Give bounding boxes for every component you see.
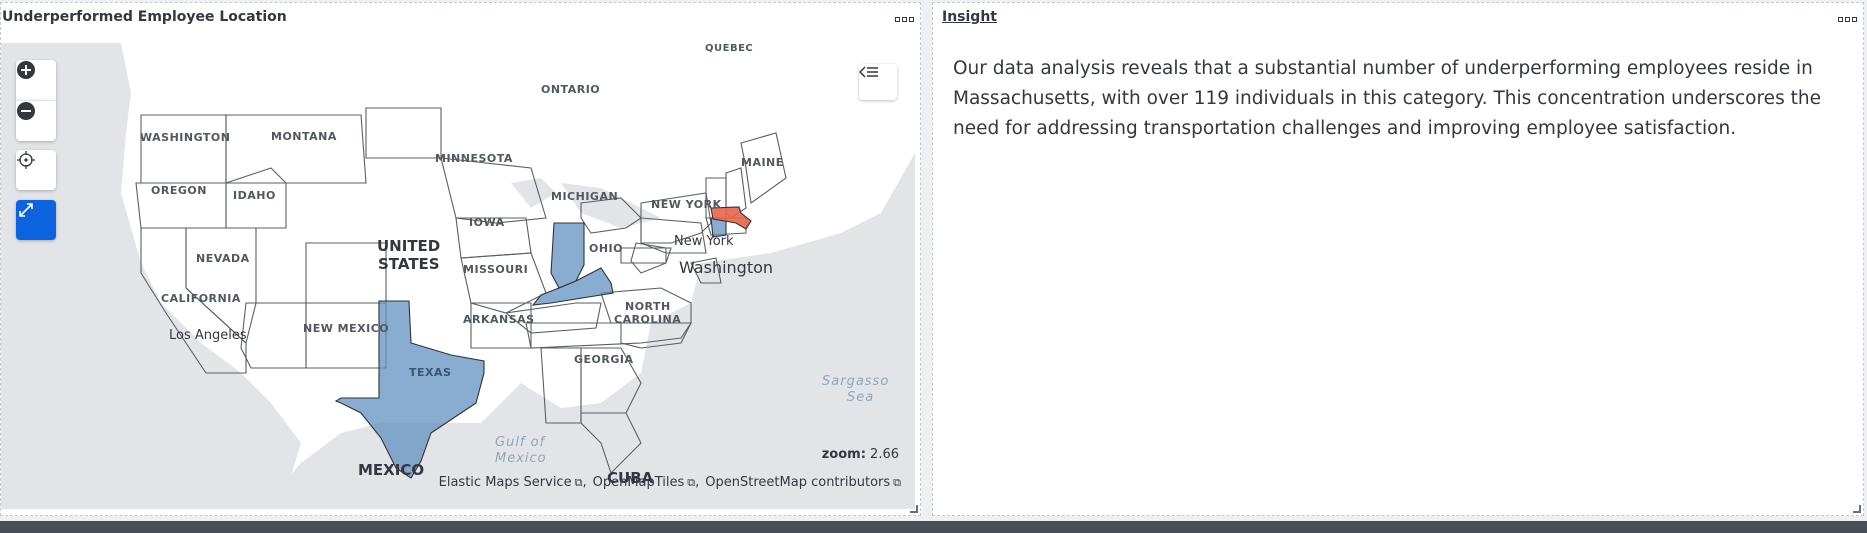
fullscreen-button[interactable] [16,200,56,240]
label-michigan: MICHIGAN [551,190,618,203]
insight-text: Our data analysis reveals that a substan… [953,58,1821,139]
us-map: QUEBEC ONTARIO WASHINGTON MONTANA MINNES… [1,43,915,509]
external-link-icon: ⧉ [687,476,696,489]
label-states: STATES [378,255,440,273]
zoom-value: 2.66 [870,447,899,462]
label-idaho: IDAHO [233,189,276,202]
zoom-readout: zoom: 2.66 [822,447,899,462]
label-nevada: NEVADA [196,252,250,265]
label-united: UNITED [377,237,440,255]
expand-icon [19,203,33,217]
label-los-angeles: Los Angeles [169,328,247,343]
label-gulf-mexico: Mexico [495,451,547,466]
label-mexico: MEXICO [358,461,424,479]
zoom-out-button[interactable] [16,100,56,141]
label-california: CALIFORNIA [161,292,241,305]
label-montana: MONTANA [271,130,337,143]
insight-panel-resize-handle[interactable] [1853,505,1861,513]
map-attribution: Elastic Maps Service ⧉, OpenMapTiles ⧉, Op… [439,475,901,490]
zoom-in-button[interactable] [16,60,56,100]
reset-view-button[interactable] [16,150,56,190]
label-ohio: OHIO [589,242,623,255]
label-north: NORTH [625,300,671,313]
map-panel-title: Underperformed Employee Location [2,9,287,25]
label-missouri: MISSOURI [463,263,528,276]
label-new-york: NEW YORK [651,198,722,211]
label-washington-state: WASHINGTON [140,131,230,144]
label-new-york-city: New York [674,234,734,249]
map-panel-resize-handle[interactable] [910,505,918,513]
external-link-icon: ⧉ [893,476,901,489]
label-minnesota: MINNESOTA [435,152,513,165]
zoom-label: zoom: [821,447,866,462]
plus-icon [17,61,35,79]
label-maine: MAINE [741,156,784,169]
insight-panel-title[interactable]: Insight [942,9,997,25]
layers-collapse-icon [859,66,878,78]
label-quebec: QUEBEC [705,43,753,54]
label-washington-dc: Washington [679,258,773,277]
label-iowa: IOWA [469,216,505,229]
external-link-icon: ⧉ [574,476,583,489]
label-texas: TEXAS [409,366,451,379]
layer-control-button[interactable] [859,64,897,100]
label-oregon: OREGON [151,184,207,197]
attribution-link-openmaptiles[interactable]: OpenMapTiles ⧉, [593,475,700,490]
insight-panel: Insight Our data analysis reveals that a… [932,2,1864,516]
label-carolina: CAROLINA [614,313,681,326]
label-ontario: ONTARIO [541,83,600,96]
attribution-link-ems[interactable]: Elastic Maps Service ⧉, [439,475,587,490]
crosshair-icon [17,151,35,169]
label-sargasso: Sargasso [822,374,889,389]
minus-icon [17,102,35,120]
map-panel: Underperformed Employee Location QUEBEC … [0,2,921,516]
map-canvas[interactable]: QUEBEC ONTARIO WASHINGTON MONTANA MINNES… [1,43,915,509]
attribution-link-osm[interactable]: OpenStreetMap contributors ⧉ [705,475,901,490]
label-new-mexico: NEW MEXICO [303,322,389,335]
label-gulf-of: Gulf of [495,435,547,450]
bottom-bar [0,521,1867,533]
label-arkansas: ARKANSAS [463,313,535,326]
label-sea: Sea [847,390,874,405]
label-georgia: GEORGIA [574,353,634,366]
map-panel-options-icon[interactable] [892,12,916,26]
insight-panel-options-icon[interactable] [1835,12,1859,26]
